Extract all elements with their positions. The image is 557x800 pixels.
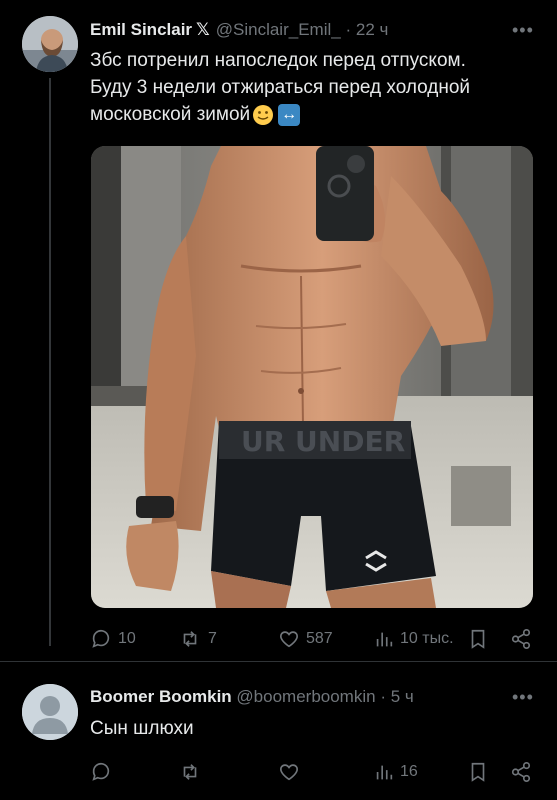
reply-repost-button[interactable] [178, 757, 202, 787]
x-logo-icon: 𝕏 [196, 20, 210, 39]
svg-text:UR UNDER: UR UNDER [241, 425, 405, 458]
more-options-icon[interactable]: ••• [512, 20, 534, 41]
bookmark-icon [471, 762, 485, 782]
reply-author-avatar[interactable] [22, 684, 78, 740]
repost-icon [183, 631, 197, 647]
repost-button[interactable]: 7 [178, 624, 217, 654]
views-icon [376, 765, 393, 780]
share-button[interactable] [510, 624, 532, 654]
repost-count: 7 [208, 630, 217, 647]
separator-dot: · [345, 20, 352, 39]
like-count: 587 [306, 630, 333, 647]
tweet-text-line: московской зимой [90, 104, 251, 125]
tweet-text-line: Збс потренил напоследок перед отпуском. [90, 50, 466, 71]
reply-count: 10 [118, 630, 136, 647]
author-avatar[interactable] [22, 16, 78, 72]
thread-line [49, 78, 51, 646]
reply-timestamp[interactable]: 5 ч [391, 687, 414, 706]
author-name[interactable]: Emil Sinclair [90, 20, 192, 39]
tweet-text: Збс потренил напоследок перед отпуском. … [90, 47, 470, 128]
timestamp[interactable]: 22 ч [356, 20, 389, 39]
reply-text: Сын шлюхи [90, 718, 194, 739]
reply-like-button[interactable] [278, 757, 300, 787]
heart-icon [280, 764, 298, 781]
reply-more-options-icon[interactable]: ••• [512, 687, 534, 708]
smile-emoji-icon: 🙂 [252, 104, 274, 126]
views-icon [376, 632, 393, 647]
reply-reply-button[interactable] [90, 757, 112, 787]
tweet-divider [0, 661, 557, 662]
share-icon [511, 629, 531, 649]
tweet-header: Emil Sinclair 𝕏 @Sinclair_Emil_ · 22 ч [90, 20, 388, 40]
reply-author-handle[interactable]: @boomerboomkin [236, 687, 375, 706]
reply-share-button[interactable] [510, 757, 532, 787]
bookmark-icon [471, 629, 485, 649]
separator-dot: · [380, 687, 386, 706]
author-handle[interactable]: @Sinclair_Emil_ [216, 20, 341, 39]
views-button[interactable]: 10 тыс. [374, 624, 454, 654]
reply-actions: 16 [90, 757, 535, 787]
tweet-photo[interactable]: UR UNDER [91, 146, 533, 608]
reply-views-button[interactable]: 16 [374, 757, 418, 787]
reply-header: Boomer Boomkin @boomerboomkin · 5 ч [90, 687, 414, 707]
tweet-text-line: Буду 3 недели отжираться перед холодной [90, 77, 471, 98]
views-count: 10 тыс. [400, 630, 454, 647]
like-button[interactable]: 587 [278, 624, 333, 654]
share-icon [511, 762, 531, 782]
reply-views-count: 16 [400, 763, 418, 780]
reply-icon [92, 629, 110, 648]
heart-icon [280, 631, 298, 648]
reply-button[interactable]: 10 [90, 624, 136, 654]
reply-bookmark-button[interactable] [468, 757, 488, 787]
left-right-arrow-emoji-icon: ↔ [278, 103, 301, 126]
bookmark-button[interactable] [468, 624, 488, 654]
tweet-actions: 10 7 587 10 тыс. [90, 624, 535, 654]
repost-icon [183, 764, 197, 780]
reply-icon [92, 762, 110, 781]
reply-author-name[interactable]: Boomer Boomkin [90, 687, 232, 706]
